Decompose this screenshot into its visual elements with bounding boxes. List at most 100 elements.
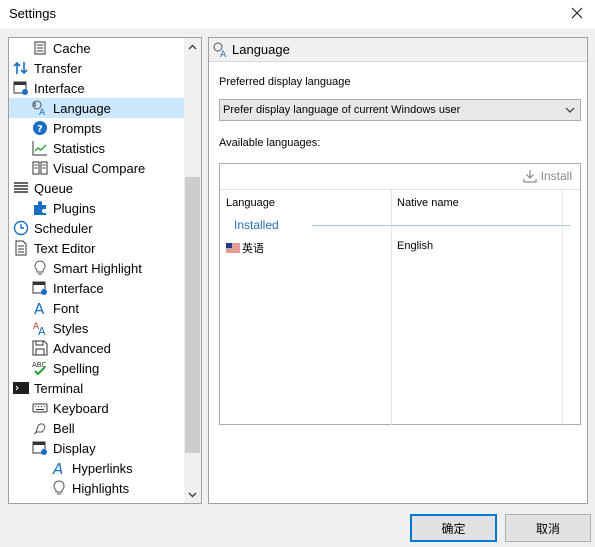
tree-item-label: Statistics [53, 140, 106, 156]
preferred-language-select[interactable]: Prefer display language of current Windo… [219, 99, 581, 121]
panel-header: A Language [209, 38, 587, 62]
tree-item-prompts[interactable]: ? Prompts [32, 118, 101, 138]
table-row-native[interactable]: English [397, 240, 433, 252]
chevron-down-icon [565, 107, 575, 113]
scroll-up-button[interactable] [184, 38, 201, 55]
tree-item-advanced[interactable]: Advanced [32, 338, 111, 358]
table-row-language[interactable]: 英语 [226, 240, 264, 256]
tree-item-label: Transfer [34, 60, 82, 76]
tree-item-label: Keyboard [53, 400, 109, 416]
tree-item-visual-compare[interactable]: Visual Compare [32, 158, 145, 178]
svg-text:A: A [39, 108, 46, 116]
tree-item-label: Smart Highlight [53, 260, 142, 276]
tree-item-label: Styles [53, 320, 89, 336]
spelling-icon: ABC [32, 360, 48, 376]
tree-item-label: Bell [53, 420, 75, 436]
svg-text:?: ? [37, 124, 43, 135]
language-icon: ªA [32, 100, 48, 116]
display-icon [32, 440, 48, 456]
svg-text:A: A [220, 50, 227, 58]
window-title: Settings [9, 6, 56, 21]
install-label: Install [540, 169, 572, 183]
tree-item-display[interactable]: Display [32, 438, 96, 458]
tree-item-smart-highlight[interactable]: Smart Highlight [32, 258, 142, 278]
cache-icon [32, 40, 48, 56]
download-icon [523, 170, 537, 183]
tree-item-label: Interface [53, 280, 104, 296]
tree-item-label: Interface [34, 80, 85, 96]
tree-scrollbar[interactable] [184, 38, 201, 503]
cancel-label: 取消 [535, 521, 560, 536]
close-button[interactable] [563, 2, 591, 24]
tree-item-editor-interface[interactable]: Interface [32, 278, 104, 298]
languages-list: Install Language Native name Installed 英… [219, 163, 581, 425]
cancel-button[interactable]: 取消 [505, 514, 591, 542]
svg-text:A: A [34, 300, 45, 316]
editor-interface-icon [32, 280, 48, 296]
tree-item-spelling[interactable]: ABC Spelling [32, 358, 99, 378]
column-header-native-name[interactable]: Native name [397, 197, 459, 209]
text-editor-icon [13, 240, 29, 256]
tree-item-label: Font [53, 300, 80, 316]
preferred-language-label: Preferred display language [219, 76, 351, 88]
tree-item-interface[interactable]: Interface [13, 78, 85, 98]
terminal-icon [13, 380, 29, 396]
scroll-thumb[interactable] [185, 177, 200, 453]
tree-item-label: Terminal [34, 380, 84, 396]
group-divider [312, 225, 570, 226]
statistics-icon [32, 140, 48, 156]
scroll-down-button[interactable] [184, 486, 201, 503]
tree-item-label: Display [53, 440, 96, 456]
tree-item-label: Language [53, 100, 111, 116]
install-button[interactable]: Install [523, 167, 572, 185]
tree-item-hyperlinks[interactable]: A Hyperlinks [51, 458, 133, 478]
tree-item-statistics[interactable]: Statistics [32, 138, 105, 158]
tree-item-scheduler[interactable]: Scheduler [13, 218, 93, 238]
tree-item-label: Spelling [53, 360, 100, 376]
ok-button[interactable]: 确定 [410, 514, 497, 542]
tree-item-bell[interactable]: Bell [32, 418, 75, 438]
svg-text:A: A [38, 325, 46, 336]
settings-tree: Cache Transfer Interface ªA Language ? P… [8, 37, 202, 504]
close-icon [571, 7, 583, 19]
tree-item-label: Hyperlinks [72, 460, 133, 476]
prompts-icon: ? [32, 120, 48, 136]
tree-item-terminal[interactable]: Terminal [13, 378, 83, 398]
available-languages-label: Available languages: [219, 137, 321, 149]
tree-item-label: Text Editor [34, 240, 96, 256]
svg-text:A: A [52, 460, 63, 476]
tree-item-queue[interactable]: Queue [13, 178, 73, 198]
tree-item-highlights[interactable]: Highlights [51, 478, 129, 498]
tree-item-label: Scheduler [34, 220, 93, 236]
tree-item-cache[interactable]: Cache [32, 38, 91, 58]
language-panel: A Language Preferred display language Pr… [208, 37, 588, 504]
tree-item-text-editor[interactable]: Text Editor [13, 238, 95, 258]
smart-highlight-icon [32, 260, 48, 276]
font-icon: A [32, 300, 48, 316]
tree-item-styles[interactable]: AA Styles [32, 318, 88, 338]
hyperlinks-icon: A [51, 460, 67, 476]
tree-item-language[interactable]: ªA Language [9, 98, 185, 118]
tree-item-font[interactable]: A Font [32, 298, 79, 318]
queue-icon [13, 180, 29, 196]
styles-icon: AA [32, 320, 48, 336]
ok-label: 确定 [441, 521, 466, 536]
dialog-client: Cache Transfer Interface ªA Language ? P… [0, 28, 595, 547]
title-bar: Settings [0, 0, 595, 28]
language-icon: A [213, 42, 229, 58]
chevron-down-icon [188, 492, 197, 497]
transfer-icon [13, 60, 29, 76]
tree-item-transfer[interactable]: Transfer [13, 58, 82, 78]
tree-item-plugins[interactable]: Plugins [32, 198, 96, 218]
chevron-up-icon [188, 44, 197, 49]
column-header-language[interactable]: Language [226, 197, 275, 209]
preferred-language-value: Prefer display language of current Windo… [223, 104, 461, 116]
tree-item-label: Plugins [53, 200, 96, 216]
advanced-icon [32, 340, 48, 356]
us-flag-icon [226, 243, 240, 253]
language-name: 英语 [242, 243, 264, 255]
visual-compare-icon [32, 160, 48, 176]
tree-item-label: Highlights [72, 480, 130, 496]
tree-item-keyboard[interactable]: Keyboard [32, 398, 109, 418]
tree-item-label: Visual Compare [53, 160, 146, 176]
